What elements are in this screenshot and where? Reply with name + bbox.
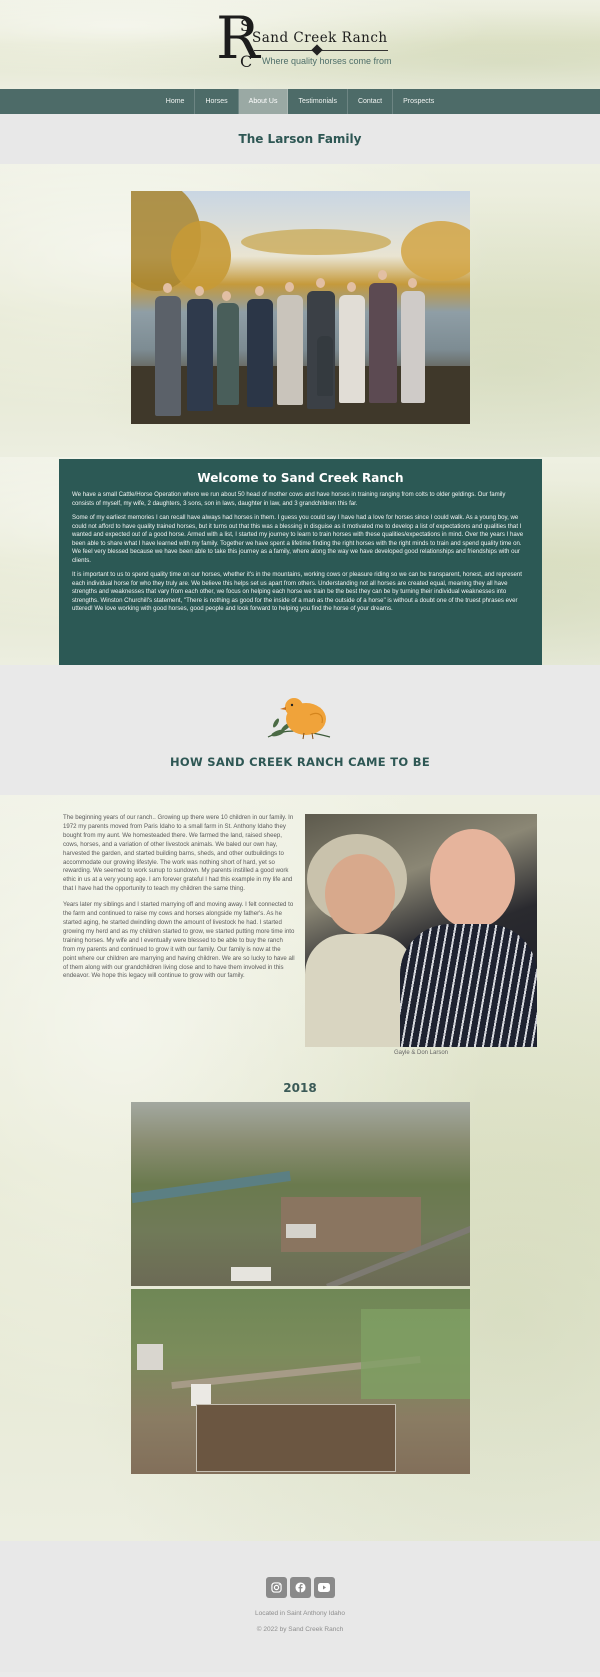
photo-head [347, 282, 356, 292]
logo-diamond-icon [311, 44, 323, 56]
family-section [0, 164, 600, 457]
welcome-paragraph: It is important to us to spend quality t… [72, 571, 522, 612]
photo-caption: Gayle & Don Larson [393, 1050, 449, 1056]
family-photo [131, 191, 470, 424]
photo-paddock [196, 1404, 396, 1472]
story-paragraph: The beginning years of our ranch.. Growi… [63, 814, 294, 893]
photo-person [339, 295, 365, 403]
photo-person [155, 296, 181, 416]
youtube-icon [318, 1583, 330, 1592]
site-footer: Located in Saint Anthony Idaho © 2022 by… [0, 1541, 600, 1672]
photo-barn [231, 1267, 271, 1281]
site-header: R S C Sand Creek Ranch Where quality hor… [0, 0, 600, 89]
photo-creek [131, 1170, 291, 1204]
story-text: The beginning years of our ranch.. Growi… [63, 814, 295, 988]
welcome-paragraph: We have a small Cattle/Horse Operation w… [72, 491, 506, 507]
brand-tagline: Where quality horses come from [262, 56, 392, 66]
story-paragraph: Years later my siblings and I started ma… [63, 901, 295, 980]
social-links [0, 1577, 600, 1598]
footer-location: Located in Saint Anthony Idaho [255, 1610, 345, 1617]
photo-head [222, 291, 231, 301]
photo-tree [171, 221, 231, 291]
photo-head [378, 270, 387, 280]
how-section: HOW SAND CREEK RANCH CAME TO BE [0, 665, 600, 795]
photo-head [316, 278, 325, 288]
welcome-title: Welcome to Sand Creek Ranch [197, 471, 404, 485]
logo-monogram-s: S [240, 16, 251, 35]
nav-item-testimonials[interactable]: Testimonials [288, 89, 348, 114]
photo-face [430, 829, 515, 929]
aerial-photo [131, 1289, 470, 1474]
youtube-link[interactable] [313, 1577, 335, 1598]
photo-person [247, 299, 273, 407]
photo-person [217, 303, 239, 405]
facebook-icon [294, 1582, 306, 1593]
welcome-paragraph: Some of my earliest memories I can recal… [72, 514, 524, 564]
photo-head [285, 282, 294, 292]
story-section: The beginning years of our ranch.. Growi… [0, 795, 600, 1541]
photo-person [401, 291, 425, 403]
photo-person [369, 283, 397, 403]
chick-icon [267, 698, 331, 740]
elders-photo [305, 814, 537, 1047]
photo-person [187, 299, 213, 411]
nav-item-horses[interactable]: Horses [195, 89, 239, 114]
main-nav: Home Horses About Us Testimonials Contac… [0, 89, 600, 114]
photo-shirt [305, 934, 415, 1047]
photo-shirt [400, 924, 537, 1047]
instagram-link[interactable] [265, 1577, 287, 1598]
photo-head [255, 286, 264, 296]
photo-person [277, 295, 303, 405]
photo-tree [401, 221, 470, 281]
footer-copyright: © 2022 by Sand Creek Ranch [256, 1626, 344, 1633]
title-band: The Larson Family [0, 114, 600, 164]
nav-item-home[interactable]: Home [156, 89, 196, 114]
nav-item-prospects[interactable]: Prospects [393, 89, 444, 114]
photo-face [325, 854, 395, 934]
photo-barn [137, 1344, 163, 1370]
facebook-link[interactable] [289, 1577, 311, 1598]
photo-barn [286, 1224, 316, 1238]
photo-head [195, 286, 204, 296]
photo-tree [241, 229, 391, 255]
photo-field [361, 1309, 470, 1399]
year-heading: 2018 [283, 1081, 317, 1095]
photo-barn [191, 1384, 211, 1406]
aerial-photo [131, 1102, 470, 1286]
welcome-section: Welcome to Sand Creek Ranch We have a sm… [0, 457, 600, 667]
welcome-box: Welcome to Sand Creek Ranch We have a sm… [59, 459, 542, 667]
brand-name: Sand Creek Ranch [252, 30, 388, 46]
site-logo[interactable]: R S C Sand Creek Ranch Where quality hor… [212, 6, 392, 74]
how-heading: HOW SAND CREEK RANCH CAME TO BE [169, 755, 430, 769]
photo-person [317, 336, 333, 396]
page-title: The Larson Family [238, 132, 362, 146]
nav-item-contact[interactable]: Contact [348, 89, 394, 114]
photo-head [408, 278, 417, 288]
logo-monogram-c: C [240, 52, 253, 71]
nav-item-about-us[interactable]: About Us [238, 89, 289, 114]
instagram-icon [270, 1582, 282, 1593]
photo-head [163, 283, 172, 293]
